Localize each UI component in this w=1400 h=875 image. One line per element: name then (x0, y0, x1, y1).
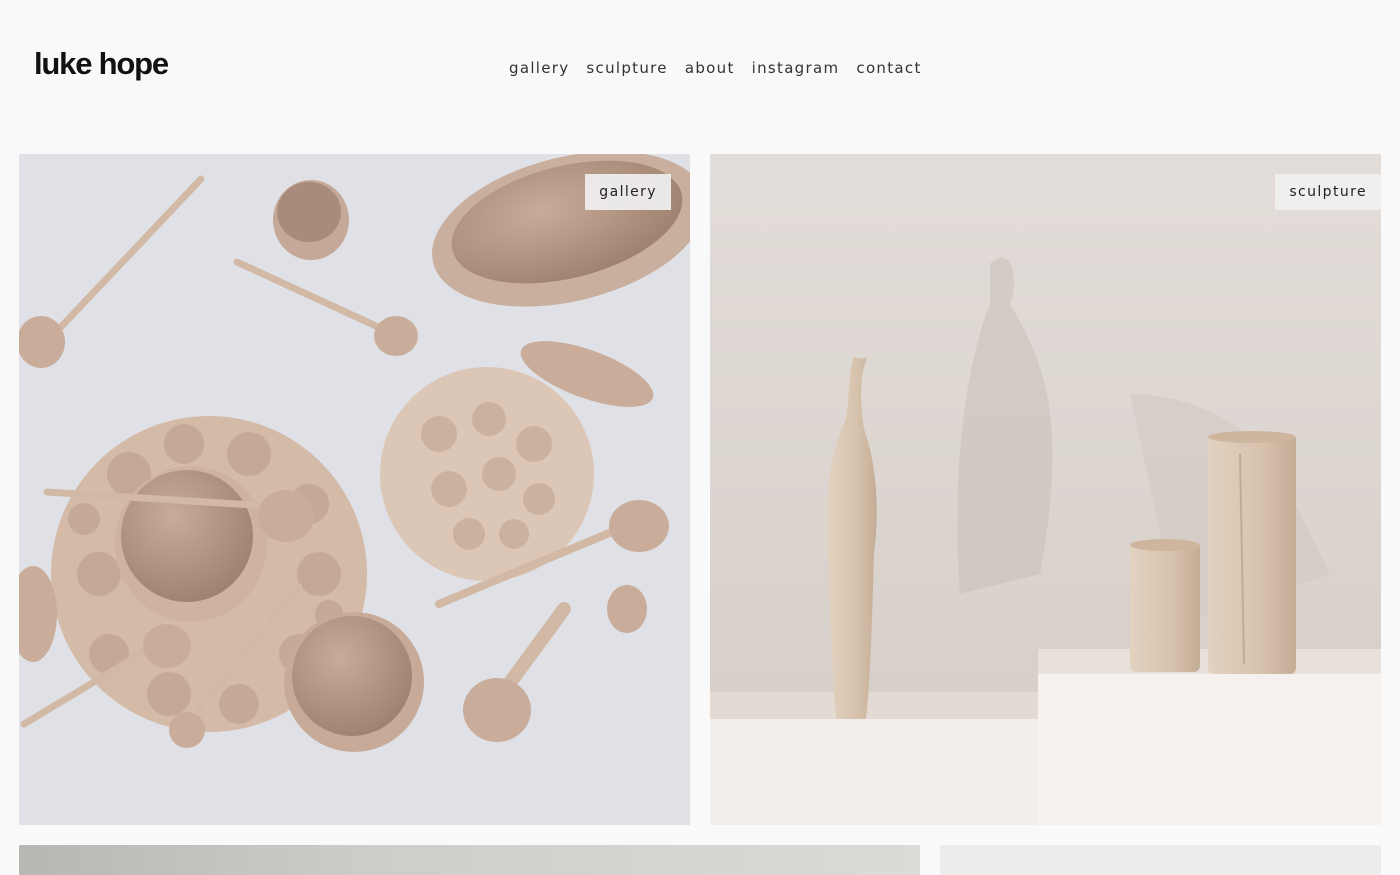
site-logo[interactable]: luke hope (34, 48, 169, 79)
gallery-badge: gallery (585, 174, 671, 210)
bottom-tile-left[interactable] (19, 845, 920, 875)
nav-gallery[interactable]: gallery (509, 58, 569, 78)
gallery-tile[interactable]: gallery (19, 154, 690, 825)
sculpture-badge: sculpture (1275, 174, 1381, 210)
sculpture-tile[interactable]: sculpture (710, 154, 1381, 825)
nav-about[interactable]: about (685, 58, 735, 78)
main-nav: gallery sculpture about instagram contac… (509, 58, 939, 78)
nav-sculpture[interactable]: sculpture (586, 58, 667, 78)
nav-contact[interactable]: contact (856, 58, 921, 78)
gallery-image (19, 154, 690, 825)
nav-instagram[interactable]: instagram (752, 58, 840, 78)
sculpture-image (710, 154, 1381, 825)
bottom-tile-right[interactable] (940, 845, 1381, 875)
